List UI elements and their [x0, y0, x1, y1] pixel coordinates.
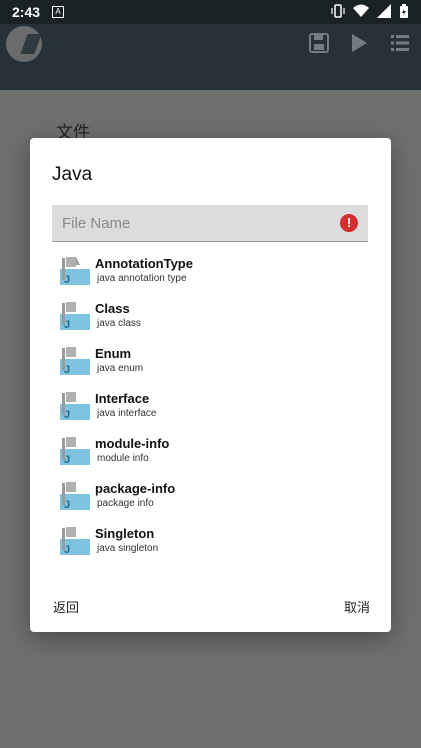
template-desc: module info [97, 453, 149, 464]
vibrate-icon [331, 4, 345, 18]
template-name: Singleton [95, 526, 155, 541]
error-icon: ! [340, 214, 358, 232]
status-time: 2:43 [12, 4, 41, 20]
system-icons [331, 4, 409, 19]
app-bar [0, 24, 421, 90]
java-file-icon: J [60, 437, 90, 465]
template-item-interface[interactable]: J Interface java interface [52, 385, 368, 430]
play-icon[interactable] [348, 32, 370, 54]
svg-text:J: J [64, 364, 70, 375]
app-logo-icon [6, 26, 42, 62]
template-item-singleton[interactable]: J Singleton java singleton [52, 520, 368, 565]
template-name: Interface [95, 391, 150, 406]
java-file-icon: J [60, 302, 90, 330]
template-name: package-info [95, 481, 176, 496]
svg-text:J: J [64, 274, 70, 285]
java-file-icon: J [60, 527, 90, 555]
battery-icon [400, 4, 408, 18]
signal-icon [377, 4, 391, 18]
template-name: AnnotationType [95, 256, 193, 271]
back-button[interactable]: 返回 [53, 597, 79, 616]
template-desc: package info [97, 498, 154, 509]
template-item-module-info[interactable]: J module-info module info [52, 430, 368, 475]
svg-text:J: J [64, 454, 70, 465]
java-file-icon: J [60, 257, 90, 285]
java-file-icon: J [60, 482, 90, 510]
wifi-icon [353, 4, 369, 17]
template-desc: java annotation type [97, 273, 187, 284]
template-name: Enum [95, 346, 132, 361]
svg-text:J: J [64, 319, 70, 330]
template-desc: java class [97, 318, 141, 329]
template-item-enum[interactable]: J Enum java enum [52, 340, 368, 385]
svg-text:J: J [64, 544, 70, 555]
new-java-file-dialog: Java ! J AnnotationType java annotation … [30, 138, 391, 632]
template-desc: java enum [97, 363, 144, 374]
save-icon[interactable] [308, 32, 330, 54]
template-item-package-info[interactable]: J package-info package info [52, 475, 368, 520]
template-item-annotationtype[interactable]: J AnnotationType java annotation type [52, 250, 368, 295]
java-file-icon: J [60, 392, 90, 420]
file-name-field[interactable]: ! [52, 205, 368, 242]
template-item-class[interactable]: J Class java class [52, 295, 368, 340]
template-desc: java interface [97, 408, 157, 419]
file-name-input[interactable] [52, 205, 342, 241]
notification-icon: A [52, 6, 64, 18]
java-file-icon: J [60, 347, 90, 375]
template-desc: java singleton [97, 543, 159, 554]
template-name: Class [95, 301, 130, 316]
list-icon[interactable] [389, 32, 411, 54]
cancel-button[interactable]: 取消 [344, 597, 370, 616]
svg-text:J: J [64, 409, 70, 420]
status-bar: 2:43 A [0, 0, 421, 24]
template-list: J AnnotationType java annotation type J … [52, 250, 368, 565]
template-name: module-info [95, 436, 170, 451]
svg-text:J: J [64, 499, 70, 510]
dialog-title: Java [52, 164, 93, 185]
